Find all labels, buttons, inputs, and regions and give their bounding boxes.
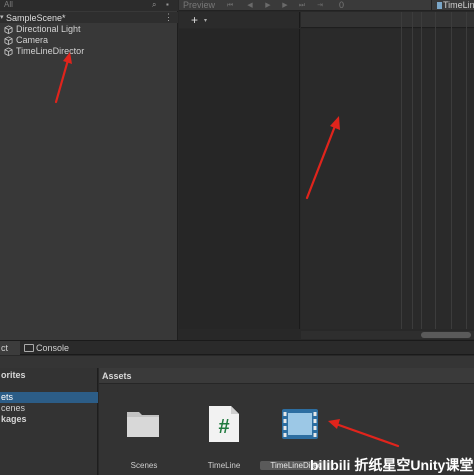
asset-timeline-script[interactable]: # TimeLine xyxy=(189,388,249,473)
time-ruler[interactable] xyxy=(301,12,474,28)
go-to-end-icon[interactable]: ⏭ xyxy=(297,1,307,10)
sidebar-item-favorites[interactable]: orites xyxy=(0,370,98,381)
tab-project[interactable]: ct xyxy=(0,341,20,355)
kebab-menu-icon[interactable]: ⋮ xyxy=(164,12,173,23)
ruler-line xyxy=(421,12,422,329)
scene-name: SampleScene* xyxy=(6,13,66,23)
gameobject-cube-icon xyxy=(4,36,13,45)
hierarchy-search-input[interactable]: All xyxy=(4,0,13,9)
folder-icon xyxy=(127,412,159,437)
expand-arrow-icon[interactable]: ▾ xyxy=(0,13,4,21)
hierarchy-toolbar: All ⌕ ▪ xyxy=(0,0,178,11)
watermark: bilibili 折纸星空Unity课堂 xyxy=(310,457,474,473)
project-sidebar: orites ets cenes kages xyxy=(0,368,98,475)
track-list[interactable] xyxy=(179,29,300,329)
breadcrumb-assets[interactable]: Assets xyxy=(102,371,132,381)
previous-frame-icon[interactable]: ◀ xyxy=(245,1,255,10)
horizontal-scrollbar[interactable] xyxy=(301,331,474,339)
toolbar-separator xyxy=(431,0,432,11)
asset-scenes-folder[interactable]: Scenes xyxy=(109,388,169,473)
sidebar-item-packages[interactable]: kages xyxy=(0,414,98,425)
gameobject-cube-icon xyxy=(4,25,13,34)
sidebar-item-scenes[interactable]: cenes xyxy=(0,403,98,414)
gameobject-cube-icon xyxy=(4,47,13,56)
console-icon xyxy=(24,344,34,352)
hierarchy-item-label: Camera xyxy=(16,35,49,45)
ruler-line xyxy=(466,12,467,329)
clip-area[interactable] xyxy=(301,29,474,329)
asset-name: Scenes xyxy=(130,461,158,470)
scene-row[interactable]: ▾ SampleScene* ⋮ xyxy=(0,12,178,23)
asset-name: TimeLine xyxy=(207,461,241,470)
next-frame-icon[interactable]: ▶ xyxy=(280,1,290,10)
timeline-panel: Preview ⏮ ◀ ▶ ▶ ⏭ ⇥ 0 TimeLin + ▾ xyxy=(179,0,474,340)
tab-console[interactable]: Console xyxy=(36,341,69,355)
timeline-toolbar: Preview ⏮ ◀ ▶ ▶ ⏭ ⇥ 0 TimeLin xyxy=(179,0,474,11)
hierarchy-panel: All ⌕ ▪ ▾ SampleScene* ⋮ Directional Lig… xyxy=(0,0,178,340)
lock-icon[interactable]: ▪ xyxy=(166,0,169,9)
loop-icon[interactable]: ⇥ xyxy=(315,1,325,10)
go-to-start-icon[interactable]: ⏮ xyxy=(225,1,235,10)
hierarchy-item-label: Directional Light xyxy=(16,24,81,34)
project-toolbar xyxy=(0,356,474,368)
assets-breadcrumb: Assets xyxy=(99,368,474,384)
hierarchy-item-label: TimeLineDirector xyxy=(16,46,85,56)
ruler-line xyxy=(401,12,402,329)
scrollbar-thumb[interactable] xyxy=(421,332,471,338)
timeline-asset-icon xyxy=(437,2,442,9)
search-icon[interactable]: ⌕ xyxy=(152,0,156,10)
ruler-line xyxy=(412,12,413,329)
bottom-tab-bar: ct Console xyxy=(0,341,474,355)
frame-field[interactable]: 0 xyxy=(339,0,344,10)
timeline-asset-icon xyxy=(282,409,318,439)
play-icon[interactable]: ▶ xyxy=(263,1,273,10)
ruler-line xyxy=(435,12,436,329)
add-track-button[interactable]: + xyxy=(191,12,198,28)
svg-text:#: # xyxy=(218,416,229,438)
timeline-asset-selector[interactable]: TimeLin xyxy=(443,0,474,10)
sidebar-item-assets[interactable]: ets xyxy=(0,392,98,403)
csharp-script-icon: # xyxy=(209,406,239,442)
ruler-line xyxy=(451,12,452,329)
chevron-down-icon[interactable]: ▾ xyxy=(204,17,207,24)
preview-button[interactable]: Preview xyxy=(183,0,215,10)
